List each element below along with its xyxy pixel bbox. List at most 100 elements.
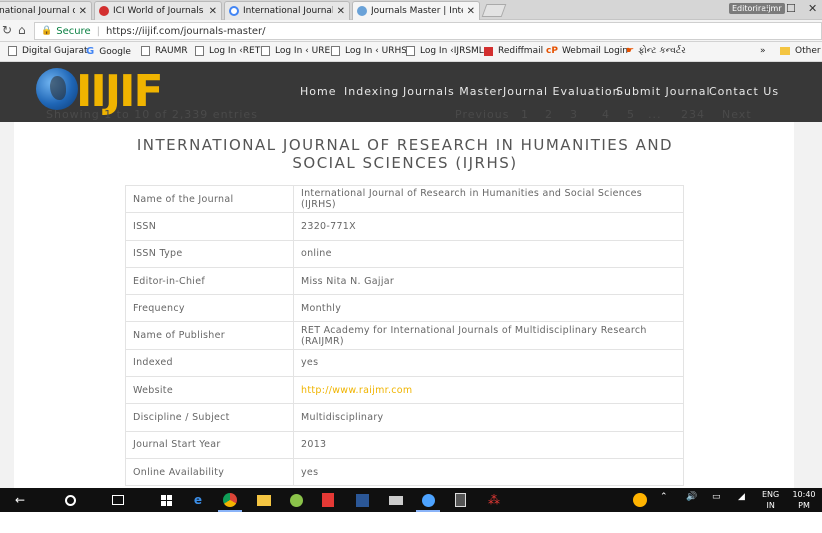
other-bookmarks[interactable]: Other b	[780, 46, 822, 56]
bookmark-login-ure[interactable]: Log In ‹ URE	[261, 46, 330, 56]
browser-tab-strip: national Journal of R ✕ ICI World of Jou…	[0, 0, 822, 20]
pagination-previous[interactable]: Previous	[455, 108, 510, 121]
bookmark-digital-gujarat[interactable]: Digital Gujarat	[8, 46, 88, 56]
pagination-page[interactable]: 234	[681, 108, 705, 121]
omnibox[interactable]: 🔒 Secure | https://iijif.com/journals-ma…	[34, 22, 822, 40]
maximize-icon[interactable]: ☐	[786, 2, 796, 15]
calculator-icon[interactable]	[452, 492, 468, 508]
tab-3[interactable]: International Journal of R ✕	[224, 1, 350, 20]
pdf-icon[interactable]	[320, 492, 336, 508]
tab-4-active[interactable]: Journals Master | Internat ✕	[352, 1, 480, 20]
network-icon[interactable]: ◢	[738, 492, 745, 502]
close-window-icon[interactable]: ✕	[808, 2, 817, 15]
field-value: Multidisciplinary	[293, 403, 684, 432]
page-icon	[195, 46, 204, 56]
pagination-next[interactable]: Next	[722, 108, 752, 121]
back-arrow-icon[interactable]: ←	[12, 492, 28, 508]
tab-1[interactable]: national Journal of R ✕	[0, 1, 92, 20]
profile-button[interactable]: Editoriraijmr	[729, 3, 785, 14]
pagination-page[interactable]: 5	[627, 108, 635, 121]
bookmarks-overflow-icon[interactable]: »	[760, 46, 766, 56]
globe-icon	[357, 6, 367, 16]
battery-icon[interactable]: ▭	[712, 492, 721, 502]
bookmark-login-ijrsml[interactable]: Log In ‹IJRSML	[406, 46, 484, 56]
nav-contact-us[interactable]: Contact Us	[709, 85, 779, 98]
bookmark-raumr[interactable]: RAUMR	[141, 46, 188, 56]
dots-app-icon[interactable]: ⁂	[486, 492, 502, 508]
nav-indexing[interactable]: Indexing	[344, 85, 399, 98]
field-value: 2013	[293, 430, 684, 459]
bookmark-label: Digital Gujarat	[22, 46, 88, 56]
entries-info: Showing 1 to 10 of 2,339 entries	[46, 108, 258, 121]
field-label: Website	[125, 376, 294, 405]
language-indicator[interactable]: ENG IN	[762, 489, 779, 511]
cortana-icon[interactable]	[62, 492, 78, 508]
photo-app-icon[interactable]	[288, 492, 304, 508]
website-link[interactable]: http://www.raijmr.com	[301, 385, 412, 396]
pagination-page[interactable]: 4	[602, 108, 610, 121]
chrome-icon[interactable]	[218, 492, 242, 512]
bookmark-label: Google	[99, 46, 131, 57]
table-row: Frequency Monthly	[125, 294, 684, 323]
folder-icon	[780, 47, 790, 55]
download-app-icon[interactable]	[354, 492, 370, 508]
start-icon[interactable]	[158, 492, 174, 508]
webmail-icon: cP	[546, 46, 558, 56]
ici-icon	[99, 6, 109, 16]
field-label: Discipline / Subject	[125, 403, 294, 432]
bookmark-webmail-login[interactable]: cP Webmail Login	[546, 46, 628, 56]
bookmark-label: Log In ‹ URE	[275, 46, 331, 56]
pagination-page[interactable]: 3	[570, 108, 578, 121]
bookmark-rediffmail[interactable]: Rediffmail	[484, 46, 543, 56]
tab-close-icon[interactable]: ✕	[209, 6, 217, 17]
tab-close-icon[interactable]: ✕	[337, 6, 345, 17]
time-label: 10:40 PM	[792, 490, 816, 510]
new-tab-button[interactable]	[481, 4, 507, 17]
field-label: Editor-in-Chief	[125, 266, 294, 296]
bookmark-login-urhs[interactable]: Log In ‹ URHS	[331, 46, 407, 56]
help-icon[interactable]	[632, 492, 648, 508]
bookmark-label: Other b	[795, 46, 822, 56]
field-value: online	[293, 239, 684, 268]
nav-home[interactable]: Home	[300, 85, 336, 98]
nav-submit-journal[interactable]: Submit Journal	[616, 85, 711, 98]
app-icon[interactable]	[416, 492, 440, 512]
address-bar: ↻ ⌂ 🔒 Secure | https://iijif.com/journal…	[0, 20, 822, 42]
table-row: ISSN 2320-771X	[125, 212, 684, 241]
bookmark-font-converter[interactable]: ☛ ફોન્ટ કન્વર્ટર	[626, 46, 686, 56]
tab-2[interactable]: ICI World of Journals | IC ✕	[94, 1, 222, 20]
edge-icon[interactable]: e	[190, 492, 206, 508]
bookmark-google[interactable]: G Google	[86, 46, 131, 57]
bookmark-login-ret[interactable]: Log In ‹RET	[195, 46, 260, 56]
separator: |	[96, 25, 100, 37]
pagination-page[interactable]: 1	[521, 108, 529, 121]
field-value: RET Academy for International Journals o…	[293, 321, 684, 350]
journal-details-table: Name of the Journal International Journal…	[125, 184, 684, 487]
tab-close-icon[interactable]: ✕	[79, 6, 87, 17]
home-icon[interactable]: ⌂	[18, 23, 26, 37]
volume-icon[interactable]: 🔊	[686, 492, 697, 502]
url-text[interactable]: https://iijif.com/journals-master/	[106, 26, 266, 37]
table-row: Journal Start Year 2013	[125, 430, 684, 459]
field-label: Online Availability	[125, 457, 294, 487]
tab-close-icon[interactable]: ✕	[467, 6, 475, 17]
reload-icon[interactable]: ↻	[2, 23, 12, 37]
secure-label: Secure	[56, 25, 91, 37]
minimize-icon[interactable]: –	[764, 2, 770, 15]
field-label: Journal Start Year	[125, 430, 294, 459]
google-icon: G	[86, 46, 95, 57]
bookmark-label: Log In ‹IJRSML	[420, 46, 484, 56]
tray-overflow-icon[interactable]: ⌃	[660, 492, 668, 502]
page-icon	[331, 46, 340, 56]
field-label: ISSN Type	[125, 239, 294, 268]
file-explorer-icon[interactable]	[256, 492, 272, 508]
nav-journal-evaluation[interactable]: Journal Evaluation	[503, 85, 621, 98]
scanner-icon[interactable]	[388, 492, 404, 508]
bookmark-label: ફોન્ટ કન્વર્ટર	[638, 46, 686, 56]
nav-journals-master[interactable]: Journals Master	[403, 85, 503, 98]
field-value: yes	[293, 348, 684, 378]
task-view-icon[interactable]	[110, 492, 126, 508]
clock[interactable]: 10:40 PM 17-06-201	[786, 489, 822, 533]
field-value: Monthly	[293, 294, 684, 323]
pagination-page[interactable]: 2	[545, 108, 553, 121]
